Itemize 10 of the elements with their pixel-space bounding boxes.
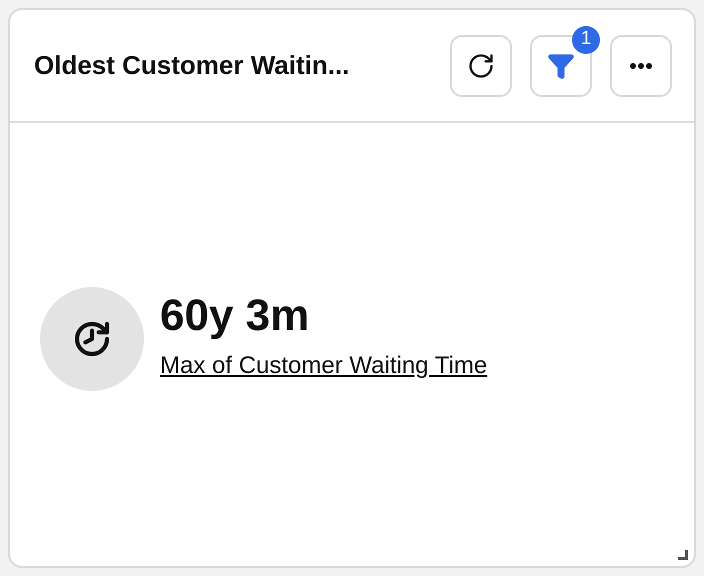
metric-link[interactable]: Max of Customer Waiting Time bbox=[160, 348, 488, 384]
count-badge: 1 bbox=[572, 26, 600, 54]
resize-handle-icon[interactable] bbox=[678, 550, 688, 560]
refresh-button[interactable] bbox=[450, 34, 512, 96]
refresh-icon bbox=[467, 52, 495, 80]
metric-value: 60y 3m bbox=[160, 294, 310, 338]
more-button[interactable] bbox=[610, 34, 672, 96]
filter-icon bbox=[547, 52, 575, 80]
card-title: Oldest Customer Waitin... bbox=[34, 49, 350, 82]
more-icon bbox=[630, 62, 652, 68]
